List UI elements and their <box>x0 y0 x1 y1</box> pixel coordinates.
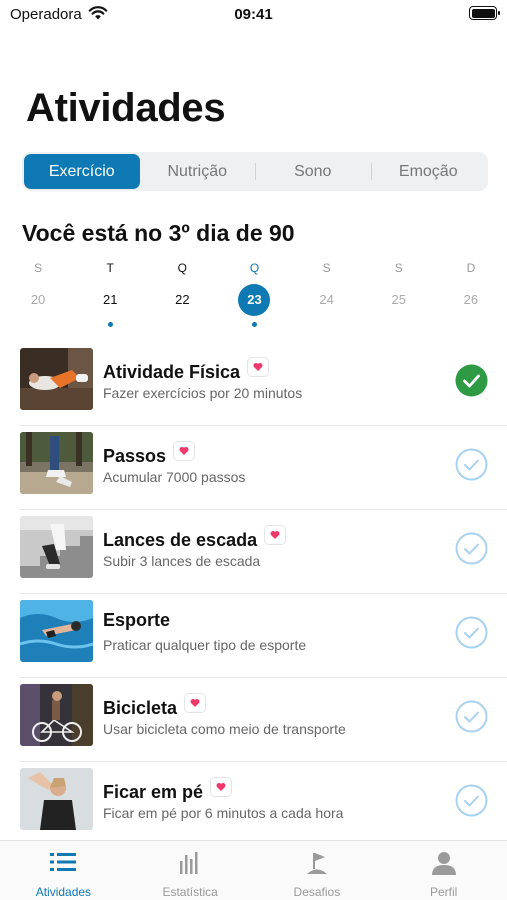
health-heart-icon <box>174 442 195 460</box>
tab-label: Atividades <box>35 885 92 899</box>
weekday-letter: S <box>322 261 331 275</box>
status-bar: Operadora 09:41 <box>0 0 507 28</box>
activity-subtitle: Praticar qualquer tipo de esporte <box>103 637 307 653</box>
cycling-photo-icon <box>20 684 93 746</box>
day-number: 26 <box>463 292 479 307</box>
health-heart-icon <box>248 358 269 376</box>
segment-emocao[interactable]: Emoção <box>370 154 487 189</box>
walking-photo-icon <box>20 432 93 494</box>
day-24[interactable]: S 24 <box>291 260 363 332</box>
weekday-letter: Q <box>249 261 260 275</box>
pending-check-icon[interactable] <box>455 616 488 649</box>
activity-dot <box>251 322 257 327</box>
weekday-letter: S <box>34 261 43 275</box>
day-number: 20 <box>30 292 46 307</box>
tab-perfil[interactable]: Perfil <box>380 841 507 900</box>
day-number-selected: 23 <box>238 284 271 316</box>
tab-desafios[interactable]: Desafios <box>254 841 381 900</box>
pending-check-icon[interactable] <box>455 532 488 565</box>
weekday-letter: D <box>466 261 476 275</box>
pending-check-icon[interactable] <box>455 784 488 817</box>
status-time: 09:41 <box>234 6 273 23</box>
health-heart-icon <box>265 526 286 544</box>
pending-check-icon[interactable] <box>455 448 488 481</box>
activity-row-lances-de-escada[interactable]: Lances de escada Subir 3 lances de escad… <box>0 510 507 594</box>
day-number: 22 <box>175 292 190 307</box>
day-number: 21 <box>102 292 118 307</box>
flag-icon <box>306 853 327 874</box>
activity-title: Atividade Física <box>103 358 269 383</box>
activity-title: Passos <box>103 442 195 467</box>
page-title: Atividades <box>26 86 226 130</box>
health-heart-icon <box>211 778 232 796</box>
day-number: 25 <box>391 292 406 307</box>
activity-dot <box>107 322 113 327</box>
day-26[interactable]: D 26 <box>435 260 507 332</box>
segment-nutricao[interactable]: Nutrição <box>140 154 256 189</box>
day-22[interactable]: Q 22 <box>146 260 218 332</box>
weekday-letter: S <box>394 261 403 275</box>
battery-icon <box>469 6 500 20</box>
day-20[interactable]: S 20 <box>2 260 74 332</box>
completed-check-icon[interactable] <box>455 364 488 397</box>
weekday-letter: Q <box>177 261 188 275</box>
day-23-today[interactable]: Q 23 <box>218 260 290 332</box>
pending-check-icon[interactable] <box>455 700 488 733</box>
activity-title: Bicicleta <box>103 694 206 719</box>
stairs-photo-icon <box>20 516 93 578</box>
activity-row-esporte[interactable]: Esporte Praticar qualquer tipo de esport… <box>0 594 507 678</box>
weekday-letter: T <box>106 261 114 275</box>
tab-atividades[interactable]: Atividades <box>0 841 127 900</box>
list-icon <box>50 853 77 871</box>
activity-subtitle: Subir 3 lances de escada <box>103 553 261 569</box>
program-progress-title: Você está no 3º dia de 90 <box>22 220 295 246</box>
swimming-photo-icon <box>20 600 93 662</box>
week-strip: S 20 T 21 Q 22 Q 23 S 24 S 25 D 26 <box>2 260 507 332</box>
tab-label: Estatística <box>162 885 218 899</box>
activity-title: Lances de escada <box>103 526 286 551</box>
tab-label: Perfil <box>429 885 458 899</box>
tab-estatistica[interactable]: Estatística <box>127 841 254 900</box>
workout-photo-icon <box>20 348 93 410</box>
day-number: 24 <box>319 292 334 307</box>
segment-exercicio[interactable]: Exercício <box>24 154 140 189</box>
activity-title: Esporte <box>103 610 171 630</box>
activity-subtitle: Ficar em pé por 6 minutos a cada hora <box>103 805 344 821</box>
activity-row-passos[interactable]: Passos Acumular 7000 passos <box>0 426 507 510</box>
category-segmented-control: Exercício Nutrição Sono Emoção <box>22 152 488 191</box>
tab-label: Desafios <box>293 885 341 899</box>
day-25[interactable]: S 25 <box>363 260 435 332</box>
bar-chart-icon <box>180 852 198 874</box>
activity-title: Ficar em pé <box>103 778 232 803</box>
activity-subtitle: Acumular 7000 passos <box>103 469 246 485</box>
day-21[interactable]: T 21 <box>74 260 146 332</box>
person-icon <box>431 852 456 875</box>
activity-subtitle: Usar bicicleta como meio de transporte <box>103 721 346 737</box>
standing-photo-icon <box>20 768 93 830</box>
health-heart-icon <box>185 694 206 712</box>
activity-row-ficar-em-pe[interactable]: Ficar em pé Ficar em pé por 6 minutos a … <box>0 762 507 846</box>
activity-list: Atividade Física Fazer exercícios por 20… <box>0 342 507 846</box>
bottom-tab-bar: Atividades Estatística Desafios Perfil <box>0 840 507 900</box>
activity-row-bicicleta[interactable]: Bicicleta Usar bicicleta como meio de tr… <box>0 678 507 762</box>
activity-row-atividade-fisica[interactable]: Atividade Física Fazer exercícios por 20… <box>0 342 507 426</box>
segment-sono[interactable]: Sono <box>255 154 371 189</box>
activity-subtitle: Fazer exercícios por 20 minutos <box>103 385 303 401</box>
